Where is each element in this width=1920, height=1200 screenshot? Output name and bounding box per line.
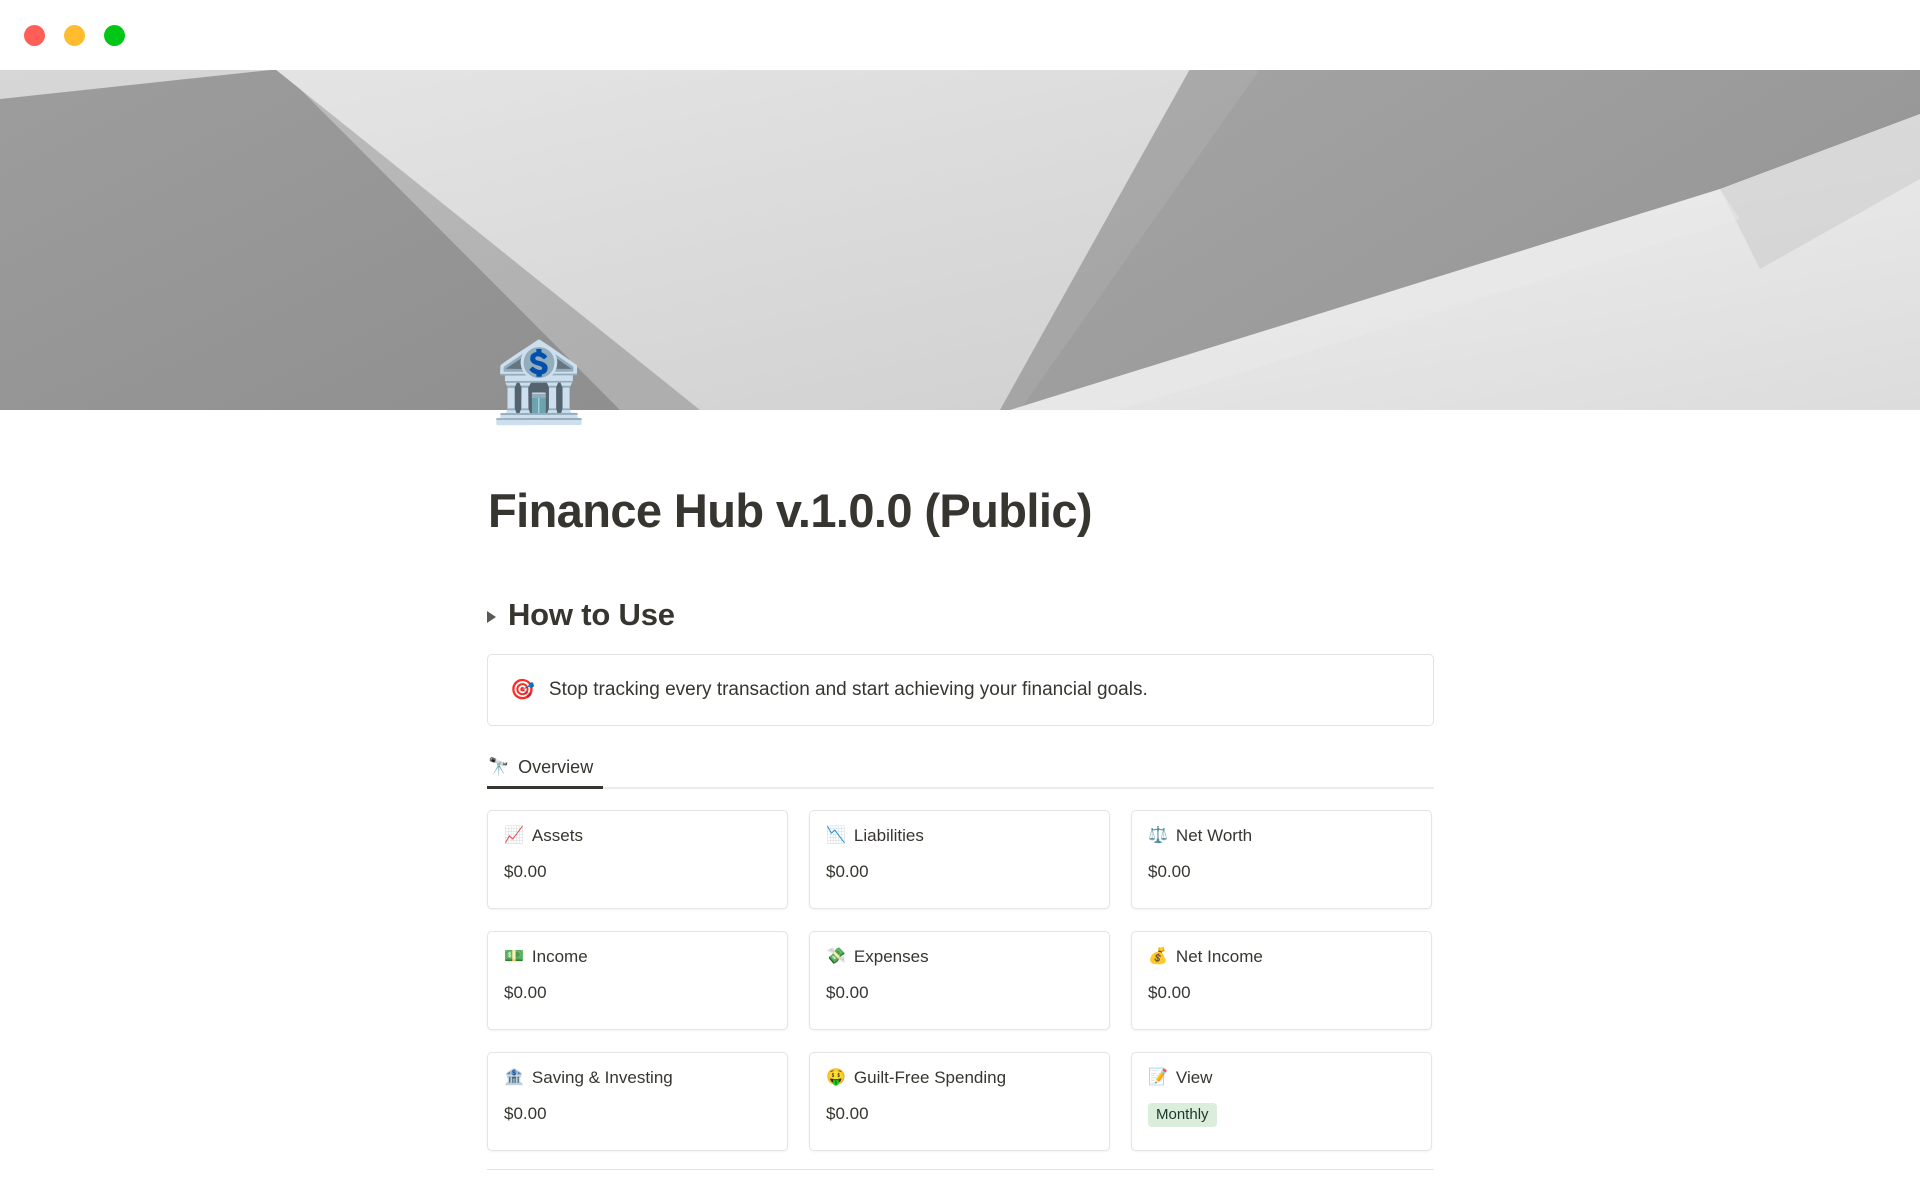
card-header: 📈 Assets [504, 825, 771, 847]
chevron-right-icon[interactable] [487, 610, 496, 623]
card-title: Guilt-Free Spending [853, 1068, 1007, 1087]
card-title: Assets [531, 826, 583, 845]
balance-scale-icon: ⚖️ [1148, 827, 1168, 844]
section-divider [487, 1169, 1434, 1170]
tab-overview[interactable]: 🔭 Overview [487, 747, 604, 789]
card-value: $0.00 [504, 1104, 547, 1123]
bank-icon: 🏦 [504, 1069, 524, 1086]
card-net-worth[interactable]: ⚖️ Net Worth $0.00 [1131, 810, 1432, 909]
card-saving-and-investing[interactable]: 🏦 Saving & Investing $0.00 [487, 1052, 788, 1151]
status-badge-monthly[interactable]: Monthly [1148, 1103, 1217, 1127]
close-window-button[interactable] [24, 24, 45, 46]
money-with-wings-icon: 💸 [826, 948, 846, 965]
card-header: ⚖️ Net Worth [1148, 825, 1415, 847]
maximize-window-button[interactable] [104, 24, 125, 46]
callout-block[interactable]: 🎯 Stop tracking every transaction and st… [487, 654, 1434, 726]
tab-overview-label: Overview [518, 756, 594, 777]
card-expenses[interactable]: 💸 Expenses $0.00 [809, 931, 1110, 1030]
card-liabilities[interactable]: 📉 Liabilities $0.00 [809, 810, 1110, 909]
money-mouth-face-icon: 🤑 [826, 1069, 846, 1086]
page-cover-image[interactable] [0, 69, 1920, 410]
toggle-heading-how-to-use[interactable]: How to Use [487, 595, 675, 635]
card-header: 📉 Liabilities [826, 825, 1093, 847]
card-guilt-free-spending[interactable]: 🤑 Guilt-Free Spending $0.00 [809, 1052, 1110, 1151]
chart-increasing-icon: 📈 [504, 827, 524, 844]
card-value: $0.00 [826, 983, 869, 1002]
chart-decreasing-icon: 📉 [826, 827, 846, 844]
traffic-light-group [24, 24, 125, 46]
card-title: Income [531, 947, 588, 966]
card-income[interactable]: 💵 Income $0.00 [487, 931, 788, 1030]
card-value: $0.00 [1148, 983, 1191, 1002]
card-assets[interactable]: 📈 Assets $0.00 [487, 810, 788, 909]
card-header: 💵 Income [504, 946, 771, 968]
card-header: 📝 View [1148, 1067, 1415, 1089]
window-titlebar [0, 0, 1920, 70]
card-header: 💰 Net Income [1148, 946, 1415, 968]
card-title: Expenses [853, 947, 929, 966]
minimize-window-button[interactable] [64, 24, 85, 46]
dollar-banknote-icon: 💵 [504, 948, 524, 965]
card-title: Net Income [1175, 947, 1263, 966]
card-header: 🤑 Guilt-Free Spending [826, 1067, 1093, 1089]
card-value: $0.00 [504, 983, 547, 1002]
card-title: Net Worth [1175, 826, 1253, 845]
card-value: $0.00 [504, 862, 547, 881]
page-title: Finance Hub v.1.0.0 (Public) [488, 484, 1093, 537]
binoculars-icon: 🔭 [488, 756, 510, 776]
app-window: 🏦 Finance Hub v.1.0.0 (Public) How to Us… [0, 0, 1920, 1200]
callout-text: Stop tracking every transaction and star… [548, 679, 1148, 700]
card-value: $0.00 [826, 1104, 869, 1123]
page-icon-bank[interactable]: 🏦 [490, 343, 587, 421]
card-value: $0.00 [826, 862, 869, 881]
card-view[interactable]: 📝 View Monthly [1131, 1052, 1432, 1151]
money-bag-icon: 💰 [1148, 948, 1168, 965]
metric-card-grid: 📈 Assets $0.00 📉 Liabilities $0.00 ⚖️ Ne… [487, 810, 1434, 1151]
card-header: 🏦 Saving & Investing [504, 1067, 771, 1089]
memo-icon: 📝 [1148, 1069, 1168, 1086]
card-value: $0.00 [1148, 862, 1191, 881]
toggle-heading-label: How to Use [508, 597, 675, 632]
target-icon: 🎯 [510, 679, 535, 701]
card-net-income[interactable]: 💰 Net Income $0.00 [1131, 931, 1432, 1030]
card-header: 💸 Expenses [826, 946, 1093, 968]
card-title: Saving & Investing [531, 1068, 673, 1087]
card-value-wrap: Monthly [1148, 1103, 1415, 1127]
card-title: Liabilities [853, 826, 924, 845]
card-title: View [1175, 1068, 1213, 1087]
tab-bar: 🔭 Overview [487, 747, 1434, 789]
